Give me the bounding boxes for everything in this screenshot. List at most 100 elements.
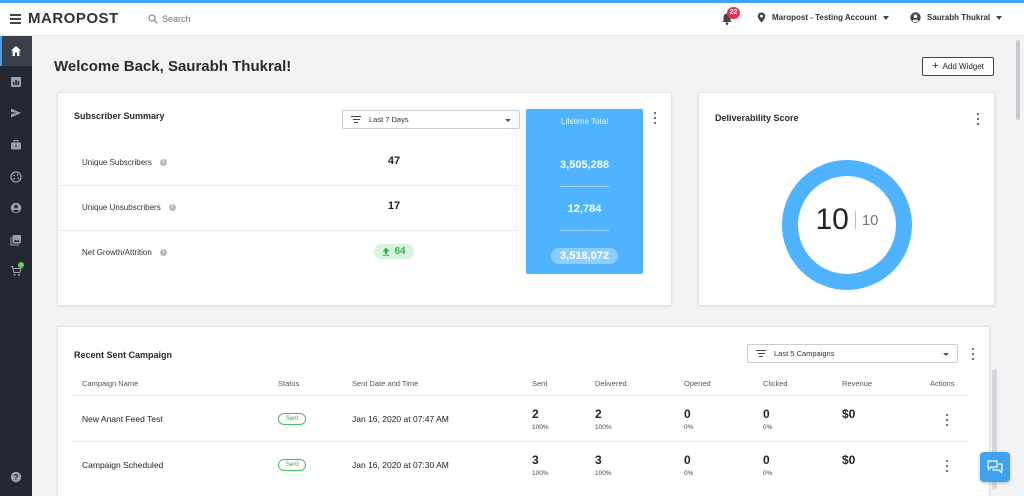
clicked-count: 0	[763, 407, 770, 421]
plus-icon: +	[932, 60, 939, 72]
upload-arrow-icon	[382, 247, 390, 256]
row-actions-icon[interactable]	[944, 414, 950, 426]
gallery-icon	[10, 235, 21, 246]
lifetime-unsubscribers: 12,784	[567, 203, 602, 215]
search-input[interactable]	[162, 11, 322, 27]
divider	[560, 230, 609, 231]
summary-more-icon[interactable]	[652, 112, 658, 124]
sidebar-item-content[interactable]	[0, 162, 32, 192]
notification-badge: 22	[727, 7, 740, 19]
score-max: 10	[861, 211, 879, 229]
filter-icon	[351, 116, 361, 123]
revenue-value: $0	[842, 453, 856, 467]
sent-count: 3	[532, 453, 539, 467]
sidebar-item-contacts[interactable]	[0, 193, 32, 223]
sidebar: ?	[0, 36, 32, 496]
help-icon: ?	[10, 471, 22, 483]
subscriber-summary-card: Subscriber Summary Last 7 Days Unique Su…	[57, 92, 672, 306]
lifetime-net: 3,518,072	[551, 248, 618, 264]
column-opened: Opened	[684, 379, 711, 388]
row-actions-icon[interactable]	[944, 460, 950, 472]
lifetime-title: Lifetime Total	[561, 117, 608, 126]
column-delivered: Delivered	[595, 379, 627, 388]
column-revenue: Revenue	[842, 379, 873, 388]
info-icon[interactable]: i	[168, 204, 176, 211]
subscriber-summary-title: Subscriber Summary	[74, 111, 165, 121]
delivered-count: 3	[595, 453, 602, 467]
summary-label: Unique Subscribers	[82, 158, 152, 167]
user-avatar-icon	[910, 12, 921, 23]
column-clicked: Clicked	[763, 379, 788, 388]
clicked-pct: 0%	[763, 424, 773, 431]
account-switcher[interactable]: Maropost - Testing Account	[757, 12, 889, 23]
sidebar-item-gallery[interactable]	[0, 225, 32, 255]
revenue-value: $0	[842, 407, 856, 421]
campaign-name: Campaign Scheduled	[82, 460, 164, 470]
date-range-select[interactable]: Last 7 Days	[342, 110, 520, 129]
send-icon	[11, 108, 21, 118]
table-row[interactable]: Campaign Scheduled Sent Jan 16, 2020 at …	[72, 441, 968, 487]
top-bar: MAROPOST 22 Maropost - Testing Account S…	[0, 3, 1024, 36]
summary-label: Net Growth/Attrition	[82, 248, 152, 257]
deliverability-card: Deliverability Score 10 10	[698, 92, 995, 306]
score-value: 10	[815, 203, 849, 236]
summary-row-subscribers: Unique Subscribers i 47	[58, 141, 520, 186]
campaign-name: New Anant Feed Test	[82, 414, 163, 424]
deliverability-title: Deliverability Score	[715, 113, 799, 123]
sidebar-item-home[interactable]	[0, 36, 32, 66]
svg-text:?: ?	[14, 473, 19, 482]
add-widget-button[interactable]: + Add Widget	[922, 57, 994, 76]
column-campaign-name: Campaign Name	[82, 379, 139, 388]
sidebar-item-automation[interactable]	[0, 130, 32, 160]
deliverability-more-icon[interactable]	[975, 113, 981, 125]
status-badge: Sent	[278, 459, 306, 471]
campaign-more-icon[interactable]	[970, 348, 976, 360]
divider	[560, 186, 609, 187]
page-scrollbar[interactable]	[1016, 40, 1020, 120]
lifetime-subscribers: 3,505,288	[560, 159, 609, 171]
page-title: Welcome Back, Saurabh Thukral!	[54, 58, 292, 75]
user-menu[interactable]: Saurabh Thukral	[910, 12, 1003, 23]
summary-label: Unique Unsubscribers	[82, 203, 161, 212]
column-sent-date: Sent Date and Time	[352, 379, 419, 388]
palette-icon	[10, 171, 22, 183]
delivered-pct: 100%	[595, 424, 612, 431]
logo: MAROPOST	[28, 10, 119, 27]
filter-icon	[756, 350, 766, 357]
opened-count: 0	[684, 407, 691, 421]
growth-badge: 64	[374, 244, 414, 259]
sidebar-item-campaigns[interactable]	[0, 98, 32, 128]
sidebar-item-commerce[interactable]	[0, 256, 32, 286]
info-icon[interactable]: i	[159, 159, 167, 166]
date-range-value: Last 7 Days	[369, 115, 409, 124]
sidebar-item-reports[interactable]	[0, 67, 32, 97]
briefcase-icon	[11, 140, 21, 150]
growth-value: 64	[394, 246, 406, 257]
column-status: Status	[278, 379, 300, 388]
summary-value: 47	[387, 155, 401, 167]
chevron-down-icon	[943, 353, 949, 356]
sent-date: Jan 16, 2020 at 07:30 AM	[352, 460, 449, 470]
home-icon	[11, 46, 21, 56]
info-icon[interactable]: i	[159, 249, 167, 256]
clicked-count: 0	[763, 453, 770, 467]
contacts-icon	[10, 202, 22, 214]
reports-icon	[11, 77, 21, 87]
column-sent: Sent	[532, 379, 548, 388]
sent-pct: 100%	[532, 470, 549, 477]
sent-count: 2	[532, 407, 539, 421]
chat-button[interactable]	[980, 452, 1010, 482]
score-display: 10 10	[781, 203, 913, 237]
chevron-down-icon	[505, 119, 511, 122]
campaign-range-value: Last 5 Campaigns	[774, 349, 835, 358]
opened-pct: 0%	[684, 424, 694, 431]
chevron-down-icon	[882, 15, 889, 20]
column-actions: Actions	[930, 379, 955, 388]
campaign-range-select[interactable]: Last 5 Campaigns	[747, 344, 958, 363]
sidebar-item-help[interactable]: ?	[0, 462, 32, 492]
status-dot	[18, 262, 24, 268]
user-name: Saurabh Thukral	[927, 13, 991, 22]
hamburger-menu-icon[interactable]	[10, 14, 21, 24]
table-row[interactable]: New Anant Feed Test Sent Jan 16, 2020 at…	[72, 395, 968, 441]
divider	[854, 211, 856, 229]
